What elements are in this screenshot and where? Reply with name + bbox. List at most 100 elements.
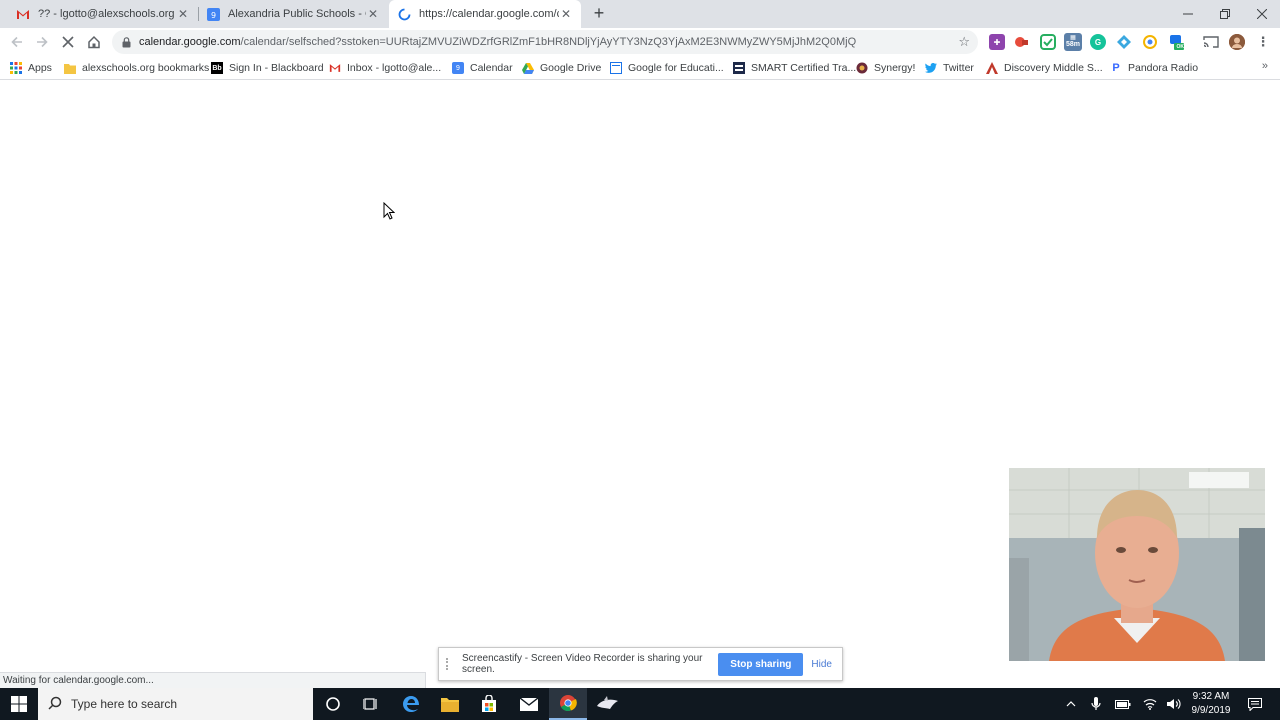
extension-badge: 58m [1065, 41, 1080, 48]
task-view-icon[interactable] [352, 688, 390, 720]
drive-icon [522, 62, 534, 74]
close-window-button[interactable] [1243, 0, 1280, 28]
menu-kebab-icon[interactable]: ⋮ [1255, 34, 1271, 50]
extension-ok-icon[interactable]: OK [1168, 34, 1184, 50]
new-tab-button[interactable]: + [589, 3, 609, 23]
discovery-icon [986, 62, 998, 74]
volume-icon[interactable] [1164, 688, 1184, 720]
battery-icon[interactable] [1113, 688, 1133, 720]
synergy-icon [856, 62, 868, 74]
pandora-icon: P [1112, 62, 1120, 74]
loading-spinner-icon [397, 7, 411, 21]
loading-status-bubble: Waiting for calendar.google.com... [0, 672, 426, 688]
stop-sharing-button[interactable]: Stop sharing [718, 652, 804, 676]
gmail-icon [329, 62, 341, 74]
search-icon [48, 696, 62, 713]
sharing-message: Screencastify - Screen Video Recorder is… [462, 653, 703, 675]
bookmark-label: Synergy! [874, 62, 916, 74]
clock-time: 9:32 AM [1192, 691, 1230, 702]
apps-grid-icon [10, 62, 22, 74]
home-icon[interactable] [84, 32, 104, 52]
microphone-icon[interactable] [1087, 688, 1105, 720]
minimize-button[interactable] [1169, 0, 1206, 28]
tab-calendar[interactable]: 9 Alexandria Public Schools - Cale ✕ [198, 0, 388, 28]
extension-diamond-icon[interactable] [1116, 34, 1132, 50]
edge-icon[interactable] [392, 688, 430, 720]
forward-arrow-icon[interactable] [32, 32, 52, 52]
bookmark-blackboard[interactable]: Bb Sign In - Blackboard [211, 60, 324, 76]
profile-avatar[interactable] [1229, 34, 1245, 50]
windows-taskbar: Type here to search 9:32 AM 9/9/2019 [0, 688, 1280, 720]
extension-ok-label: OK [1176, 44, 1185, 50]
bookmark-twitter[interactable]: Twitter [925, 60, 974, 76]
bookmark-discovery[interactable]: Discovery Middle S... [986, 60, 1103, 76]
tab-strip: ?? - lgotto@alexschools.org - Ale ✕ 9 Al… [0, 0, 1280, 28]
bookmark-label: Google for Educati... [628, 62, 724, 74]
bookmark-pandora[interactable]: P Pandora Radio [1110, 60, 1198, 76]
tab-gmail[interactable]: ?? - lgotto@alexschools.org - Ale ✕ [8, 0, 198, 28]
bookmark-label: Sign In - Blackboard [229, 62, 324, 74]
extension-grammarly-icon[interactable]: G [1090, 34, 1106, 50]
bookmark-synergy[interactable]: Synergy! [856, 60, 915, 76]
bookmark-smart[interactable]: SMART Certified Tra... [733, 60, 856, 76]
lock-icon [122, 36, 132, 48]
hide-link[interactable]: Hide [811, 659, 832, 670]
cast-icon[interactable] [1203, 34, 1219, 50]
bookmark-label: Apps [28, 62, 52, 74]
bookmark-label: alexschools.org bookmarks [82, 62, 210, 74]
bookmark-google-edu[interactable]: Google for Educati... [610, 60, 724, 76]
extension-timer-icon[interactable]: ▦ 58m [1064, 33, 1082, 51]
gmail-icon [16, 7, 30, 21]
screencastify-sharing-bar: Screencastify - Screen Video Recorder is… [438, 647, 843, 681]
bookmarks-bar: Apps alexschools.org bookmarks Bb Sign I… [0, 56, 1280, 80]
bookmarks-overflow-chevron-icon[interactable]: » [1262, 60, 1268, 72]
tab-title: Alexandria Public Schools - Cale [228, 8, 366, 20]
calendar-icon: 9 [452, 62, 464, 74]
url-domain: calendar.google.com [139, 36, 241, 48]
tab-title: ?? - lgotto@alexschools.org - Ale [38, 8, 176, 20]
notification-center-icon[interactable] [1244, 688, 1266, 720]
windows-start-icon[interactable] [0, 688, 38, 720]
bookmark-label: Calendar [470, 62, 513, 74]
bookmark-google-drive[interactable]: Google Drive [522, 60, 601, 76]
bookmark-inbox[interactable]: Inbox - lgotto@ale... [329, 60, 441, 76]
smart-icon [733, 62, 745, 74]
file-explorer-icon[interactable] [431, 688, 469, 720]
store-icon[interactable] [470, 688, 508, 720]
mail-icon[interactable] [510, 688, 548, 720]
address-bar[interactable]: calendar.google.com/calendar/selfsched?s… [112, 30, 978, 54]
mouse-cursor-icon [383, 201, 396, 220]
bookmark-label: SMART Certified Tra... [751, 62, 857, 74]
cortana-icon[interactable] [314, 688, 352, 720]
back-arrow-icon[interactable] [7, 32, 27, 52]
app-shark-icon[interactable] [589, 688, 627, 720]
bookmark-star-icon[interactable]: ☆ [958, 34, 970, 50]
close-tab-icon[interactable]: ✕ [176, 7, 190, 21]
close-tab-icon[interactable]: ✕ [559, 7, 573, 21]
bookmark-label: Discovery Middle S... [1004, 62, 1103, 74]
bookmark-label: Pandora Radio [1128, 62, 1199, 74]
wifi-icon[interactable] [1140, 688, 1160, 720]
webcam-overlay [1009, 468, 1265, 661]
bookmark-folder-alexschools[interactable]: alexschools.org bookmarks [64, 60, 209, 76]
drag-handle-icon[interactable] [446, 658, 454, 670]
bookmark-apps[interactable]: Apps [10, 60, 52, 76]
close-tab-icon[interactable]: ✕ [366, 7, 380, 21]
taskbar-search-box[interactable]: Type here to search [38, 688, 313, 720]
extension-puzzle-icon[interactable]: ✚ [989, 34, 1005, 50]
blackboard-icon: Bb [211, 62, 223, 74]
restore-button[interactable] [1206, 0, 1243, 28]
url-path: /calendar/selfsched?sstoken=UURtajZMVUZi… [240, 36, 857, 48]
tab-active-loading[interactable]: https://calendar.google.com/cale ✕ [389, 0, 581, 28]
taskbar-clock[interactable]: 9:32 AM 9/9/2019 [1186, 690, 1236, 718]
tray-overflow-chevron-icon[interactable] [1062, 688, 1080, 720]
extension-circle-icon[interactable] [1142, 34, 1158, 50]
stop-loading-icon[interactable] [58, 32, 78, 52]
tab-title: https://calendar.google.com/cale [419, 8, 559, 20]
bookmark-calendar[interactable]: 9 Calendar [452, 60, 513, 76]
extension-check-icon[interactable] [1040, 34, 1056, 50]
bookmark-label: Inbox - lgotto@ale... [347, 62, 442, 74]
chrome-icon[interactable] [549, 688, 587, 720]
folder-icon [64, 62, 76, 74]
extension-screencastify-icon[interactable] [1014, 34, 1030, 50]
